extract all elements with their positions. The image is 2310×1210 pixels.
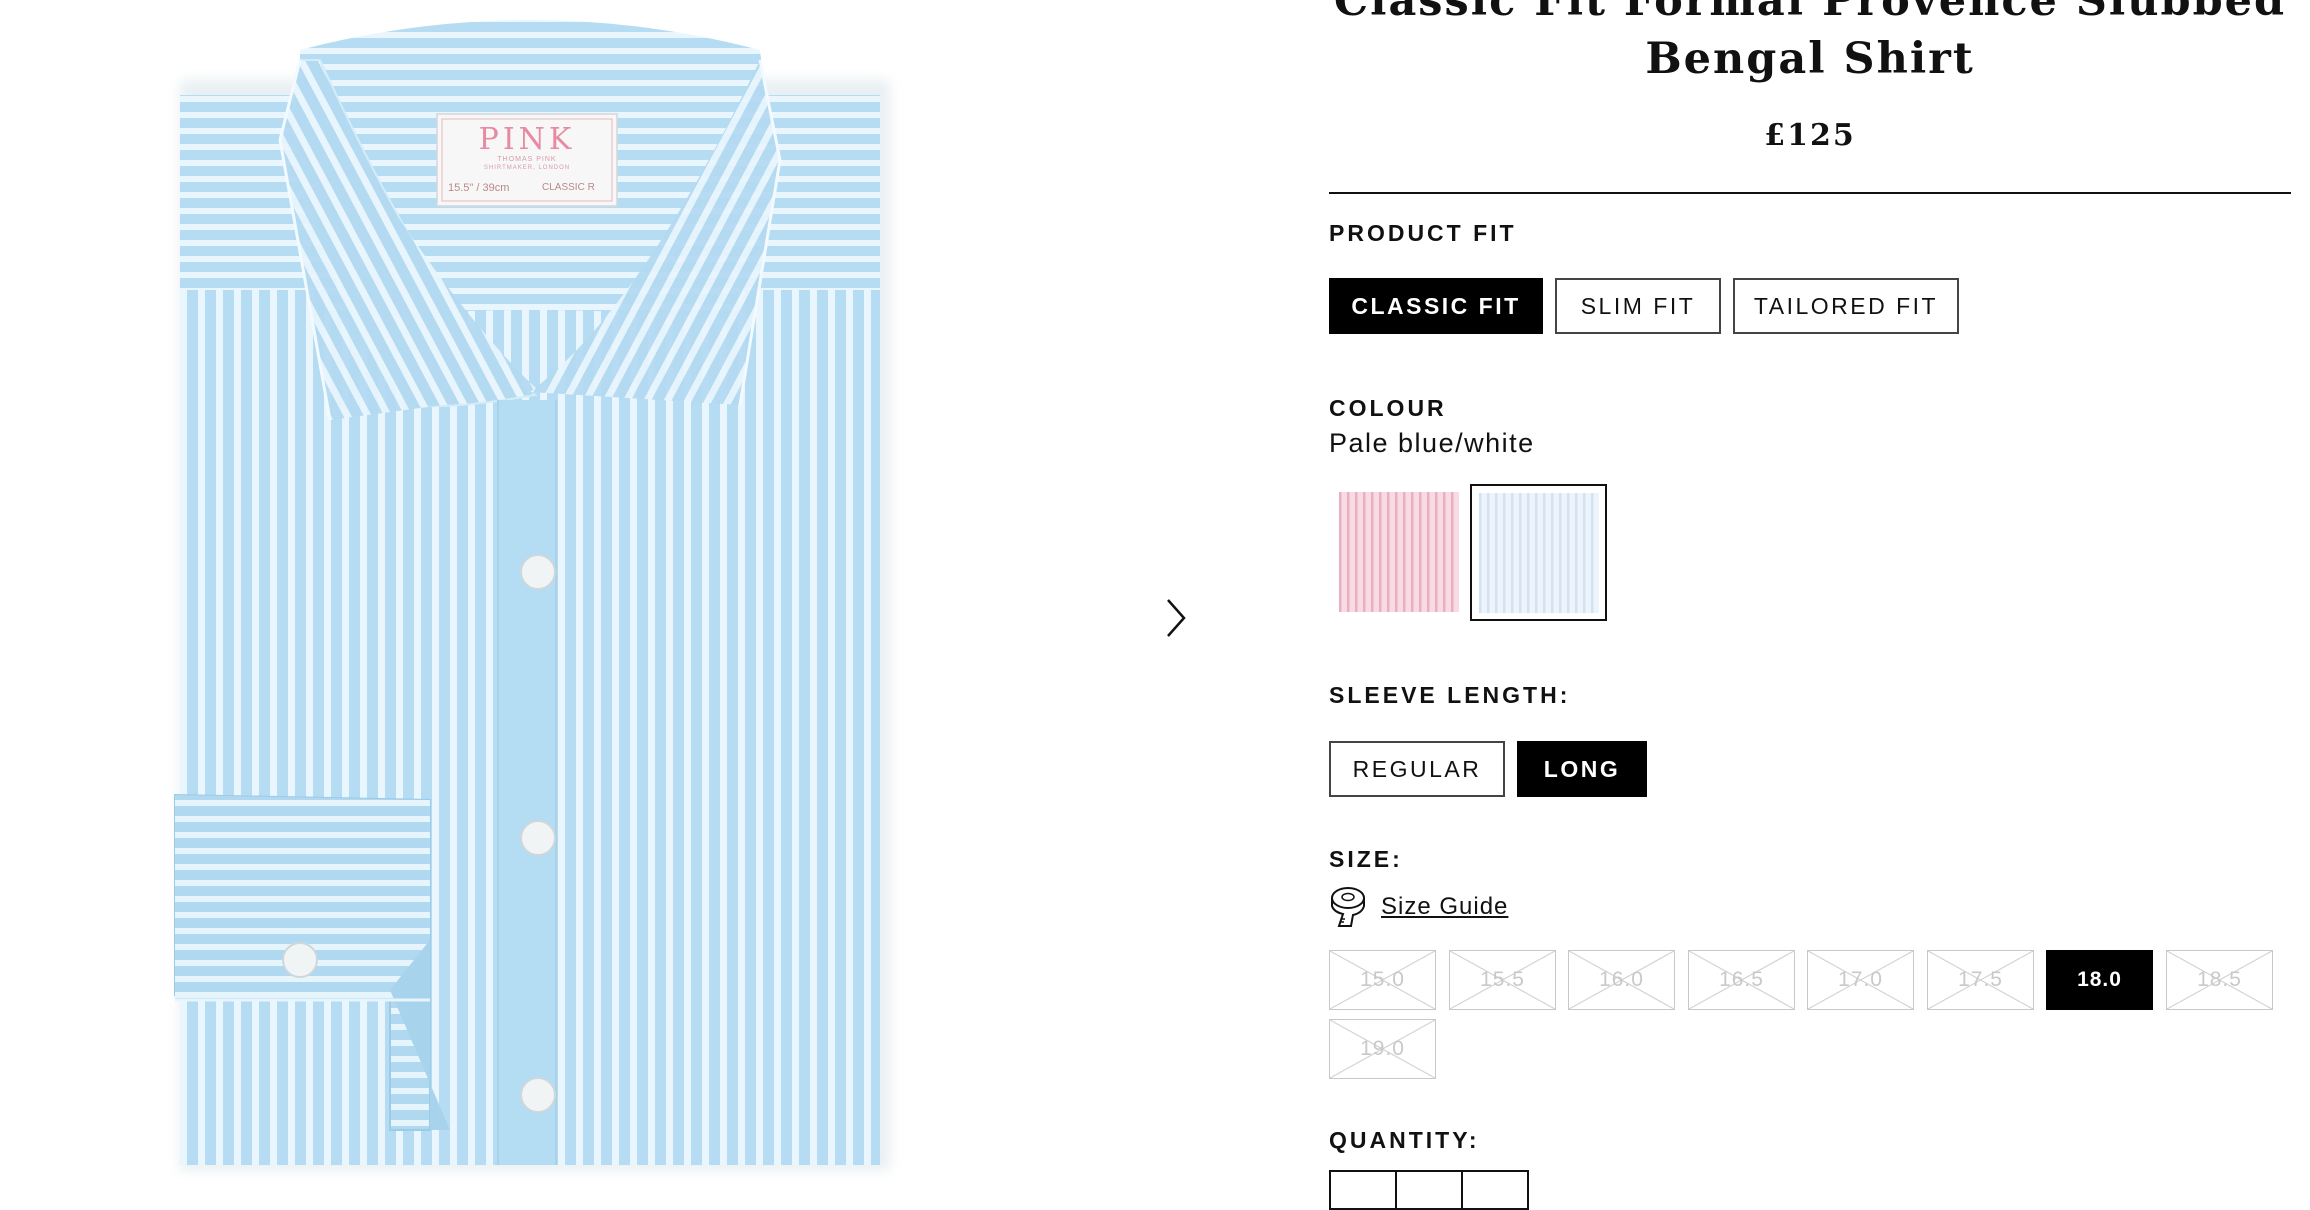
size-guide-label: Size Guide: [1381, 893, 1509, 920]
tape-measure-icon: [1331, 887, 1365, 927]
collar-label-city: SHIRTMAKER, LONDON: [483, 165, 571, 171]
quantity-value: [1397, 1172, 1463, 1208]
size-option-label: 15.5: [1480, 968, 1525, 991]
size-option-16-5[interactable]: 16.5: [1688, 950, 1795, 1010]
size-option-17-5[interactable]: 17.5: [1927, 950, 2034, 1010]
collar-label-brand: PINK: [478, 122, 576, 157]
size-option-label: 19.0: [1360, 1037, 1405, 1060]
quantity-stepper[interactable]: [1329, 1170, 1529, 1210]
size-option-18-0[interactable]: 18.0: [2046, 950, 2153, 1010]
size-option-17-0[interactable]: 17.0: [1807, 950, 1914, 1010]
quantity-increment-button[interactable]: [1463, 1172, 1527, 1208]
size-guide-link[interactable]: Size Guide: [1329, 885, 1508, 929]
product-info-panel: Classic Fit Formal Provence Slubbed Beng…: [1329, 0, 2291, 1210]
size-option-18-5[interactable]: 18.5: [2166, 950, 2273, 1010]
sleeve-option-long[interactable]: LONG: [1517, 741, 1647, 797]
size-option-label: 15.0: [1360, 968, 1405, 991]
next-image-arrow-icon[interactable]: [1160, 596, 1192, 640]
size-option-19-0[interactable]: 19.0: [1329, 1019, 1436, 1079]
quantity-decrement-button[interactable]: [1331, 1172, 1397, 1208]
product-image-gallery: PINK THOMAS PINK SHIRTMAKER, LONDON 15.5…: [0, 0, 1240, 1180]
size-label: SIZE:: [1329, 846, 1403, 872]
product-title: Classic Fit Formal Provence Slubbed Beng…: [1333, 0, 2287, 84]
fit-option-classic[interactable]: CLASSIC FIT: [1329, 278, 1543, 334]
size-option-label: 16.5: [1719, 968, 1764, 991]
collar-label-fit: CLASSIC R: [542, 182, 595, 193]
sleeve-option-regular[interactable]: REGULAR: [1329, 741, 1505, 797]
size-option-label: 18.5: [2197, 968, 2242, 991]
fit-option-slim[interactable]: SLIM FIT: [1555, 278, 1721, 334]
colour-swatch-pink[interactable]: [1329, 484, 1465, 620]
collar-label-maker: THOMAS PINK: [497, 156, 557, 163]
size-option-label: 17.5: [1958, 968, 2003, 991]
size-option-15-5[interactable]: 15.5: [1449, 950, 1556, 1010]
selected-colour-name: Pale blue/white: [1329, 428, 1535, 458]
size-option-label: 17.0: [1838, 968, 1883, 991]
size-option-16-0[interactable]: 16.0: [1568, 950, 1675, 1010]
colour-swatch-pale-blue[interactable]: [1470, 484, 1607, 621]
quantity-label: QUANTITY:: [1329, 1127, 1480, 1153]
size-option-15-0[interactable]: 15.0: [1329, 950, 1436, 1010]
sleeve-length-label: SLEEVE LENGTH:: [1329, 682, 1571, 708]
product-image-shirt: [174, 20, 890, 1170]
colour-label: COLOUR: [1329, 395, 1447, 421]
product-price: £125: [1764, 118, 1856, 153]
divider: [1329, 192, 2291, 194]
size-option-label: 18.0: [2077, 968, 2122, 991]
collar-label-size: 15.5" / 39cm: [448, 182, 510, 194]
fit-option-tailored[interactable]: TAILORED FIT: [1733, 278, 1959, 334]
size-option-label: 16.0: [1599, 968, 1644, 991]
product-fit-label: PRODUCT FIT: [1329, 220, 1517, 246]
